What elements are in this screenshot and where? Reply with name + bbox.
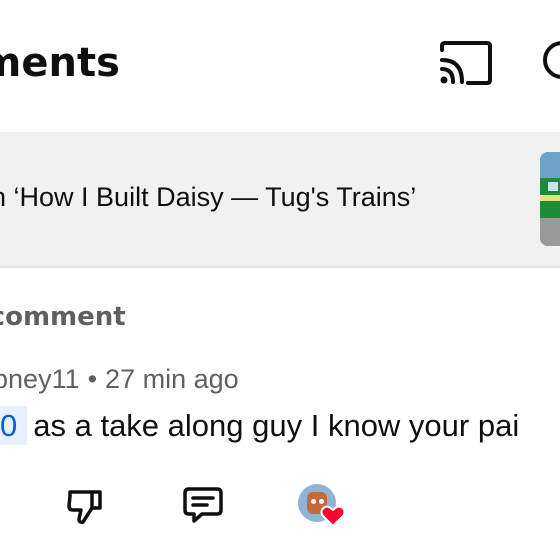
video-context-banner[interactable]: on ‘How I Built Daisy — Tug's Trains’ xyxy=(0,132,560,268)
page-title: mments xyxy=(0,40,120,86)
cast-button[interactable] xyxy=(438,40,494,86)
comment-text: 0 as a take along guy I know your pai xyxy=(0,406,520,445)
comment-text-body: as a take along guy I know your pai xyxy=(33,408,520,443)
section-label: d comment xyxy=(0,302,126,332)
creator-heart xyxy=(298,484,348,530)
comment-meta: epney11•27 min ago xyxy=(0,364,239,395)
meta-separator: • xyxy=(87,364,98,394)
search-icon xyxy=(543,41,560,79)
heart-icon xyxy=(320,505,346,528)
comment-time: 27 min ago xyxy=(105,364,239,394)
reply-comment-icon xyxy=(183,487,223,523)
reply-button[interactable] xyxy=(182,486,224,526)
cast-icon xyxy=(440,41,492,85)
comment-author[interactable]: epney11 xyxy=(0,364,80,394)
dislike-icon xyxy=(67,490,102,524)
comments-page: mments on ‘How I Built Daisy — Tug's Tra… xyxy=(0,0,560,560)
video-thumbnail[interactable] xyxy=(540,152,560,246)
dislike-button[interactable] xyxy=(66,486,106,526)
timestamp-link[interactable]: 0 xyxy=(0,406,28,445)
video-context-text: on ‘How I Built Daisy — Tug's Trains’ xyxy=(0,182,417,212)
header: mments xyxy=(0,0,560,132)
search-button[interactable] xyxy=(538,38,560,86)
